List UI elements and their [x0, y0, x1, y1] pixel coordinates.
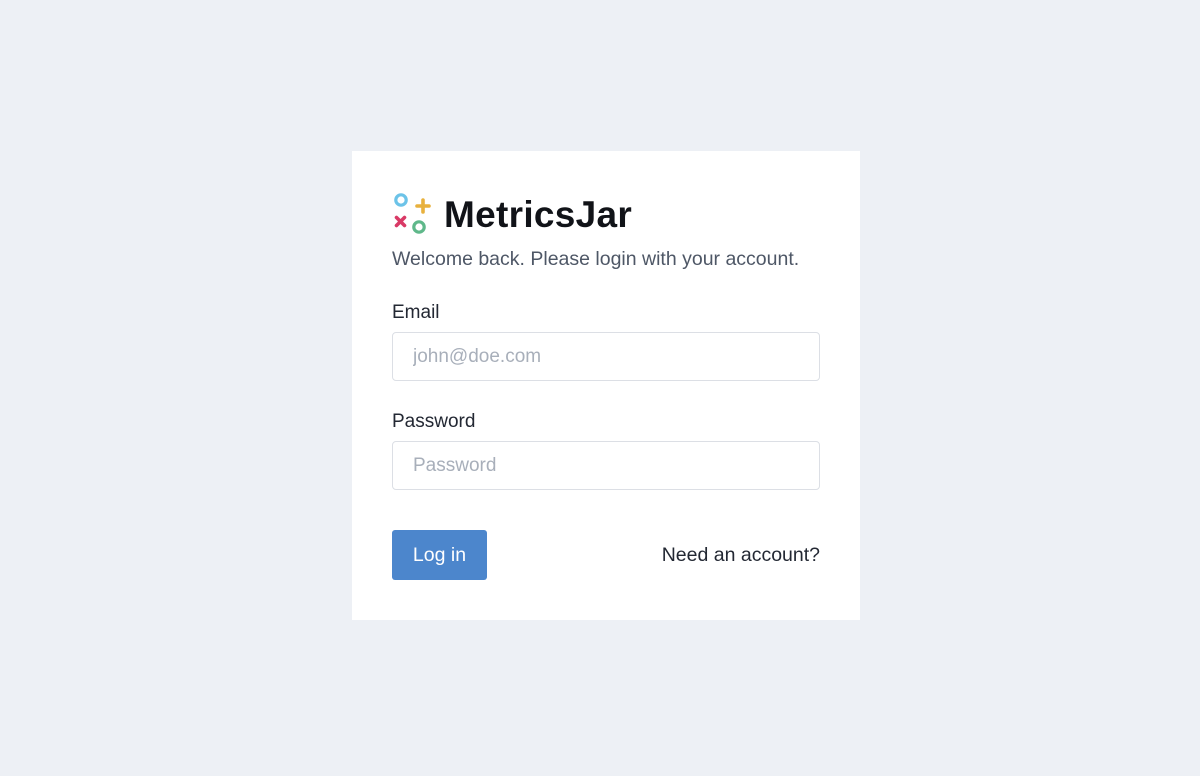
brand-name: MetricsJar: [444, 193, 633, 235]
password-field[interactable]: [392, 441, 820, 490]
metricsjar-logo-icon: [394, 193, 431, 234]
email-label: Email: [392, 302, 440, 323]
email-field[interactable]: [392, 332, 820, 381]
welcome-tagline: Welcome back. Please login with your acc…: [392, 248, 800, 270]
password-label: Password: [392, 411, 476, 432]
brand-header: MetricsJar: [392, 189, 632, 239]
signup-link[interactable]: Need an account?: [662, 543, 820, 567]
login-button[interactable]: Log in: [392, 530, 487, 580]
login-card: MetricsJar Welcome back. Please login wi…: [352, 151, 860, 620]
